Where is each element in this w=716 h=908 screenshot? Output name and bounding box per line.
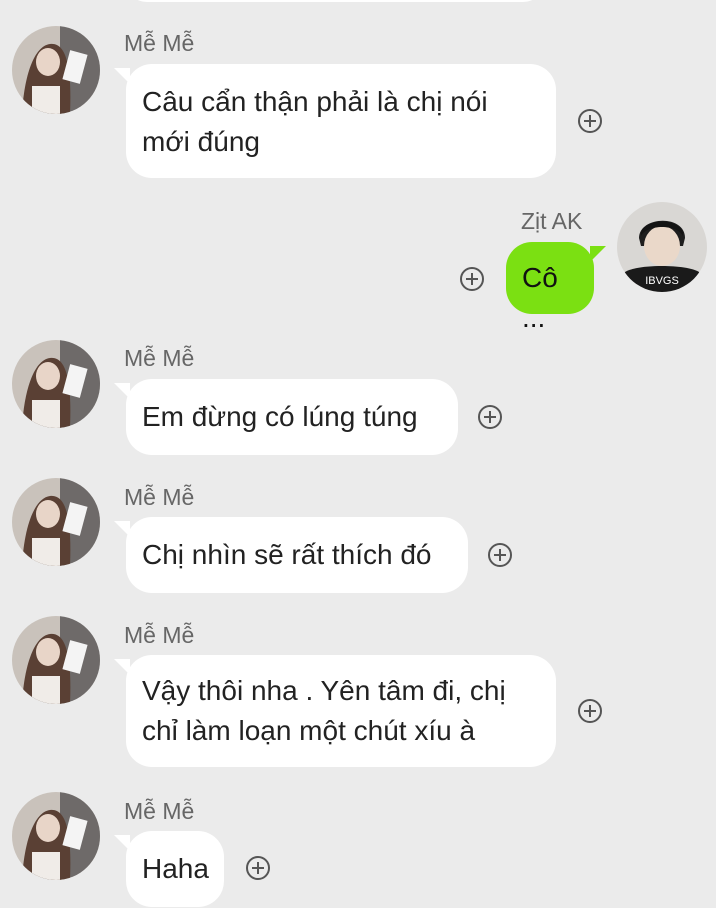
message-bubble[interactable]: Haha bbox=[114, 831, 224, 907]
add-reaction-icon[interactable] bbox=[478, 405, 502, 429]
avatar-boy-image: IBVGS bbox=[617, 202, 707, 292]
message-text-line: mới đúng bbox=[142, 126, 260, 157]
avatar-me-me[interactable] bbox=[12, 340, 100, 428]
message-text-line: Em đừng có lúng túng bbox=[142, 401, 418, 432]
message-text-line: Chị nhìn sẽ rất thích đó bbox=[142, 539, 432, 570]
sender-name: Mễ Mễ bbox=[124, 345, 195, 371]
message-bubble[interactable]: Chị nhìn sẽ rất thích đó bbox=[114, 517, 468, 593]
avatar-me-me[interactable] bbox=[12, 616, 100, 704]
message-bubble[interactable]: Cô ... bbox=[506, 242, 606, 333]
message-text-line: chỉ làm loạn một chút xíu à bbox=[142, 715, 476, 746]
sender-name: Mễ Mễ bbox=[124, 30, 195, 56]
avatar-zit-ak[interactable]: IBVGS bbox=[617, 202, 707, 292]
sender-name: Mễ Mễ bbox=[124, 622, 195, 648]
sender-name: Zịt AK bbox=[521, 208, 583, 234]
message-bubble[interactable]: Em đừng có lúng túng bbox=[114, 379, 458, 455]
avatar-girl-image bbox=[12, 792, 100, 880]
message-bubble[interactable]: Vậy thôi nha . Yên tâm đi, chị chỉ làm l… bbox=[114, 655, 556, 767]
previous-message-bubble bbox=[125, 0, 545, 2]
avatar-girl-image bbox=[12, 340, 100, 428]
add-reaction-icon[interactable] bbox=[246, 856, 270, 880]
avatar-me-me[interactable] bbox=[12, 792, 100, 880]
message-text-line: Cô ... bbox=[522, 262, 558, 333]
avatar-me-me[interactable] bbox=[12, 26, 100, 114]
sender-name: Mễ Mễ bbox=[124, 484, 195, 510]
message-bubble[interactable]: Câu cẩn thận phải là chị nói mới đúng bbox=[114, 64, 556, 178]
avatar-girl-image bbox=[12, 26, 100, 114]
add-reaction-icon[interactable] bbox=[460, 267, 484, 291]
add-reaction-icon[interactable] bbox=[578, 109, 602, 133]
avatar-shirt-print: IBVGS bbox=[645, 275, 679, 287]
message-text-line: Câu cẩn thận phải là chị nói bbox=[142, 86, 488, 117]
add-reaction-icon[interactable] bbox=[578, 699, 602, 723]
avatar-girl-image bbox=[12, 616, 100, 704]
add-reaction-icon[interactable] bbox=[488, 543, 512, 567]
avatar-girl-image bbox=[12, 478, 100, 566]
avatar-me-me[interactable] bbox=[12, 478, 100, 566]
message-text-line: Haha bbox=[142, 853, 209, 884]
message-text-line: Vậy thôi nha . Yên tâm đi, chị bbox=[142, 675, 506, 706]
sender-name: Mễ Mễ bbox=[124, 798, 195, 824]
